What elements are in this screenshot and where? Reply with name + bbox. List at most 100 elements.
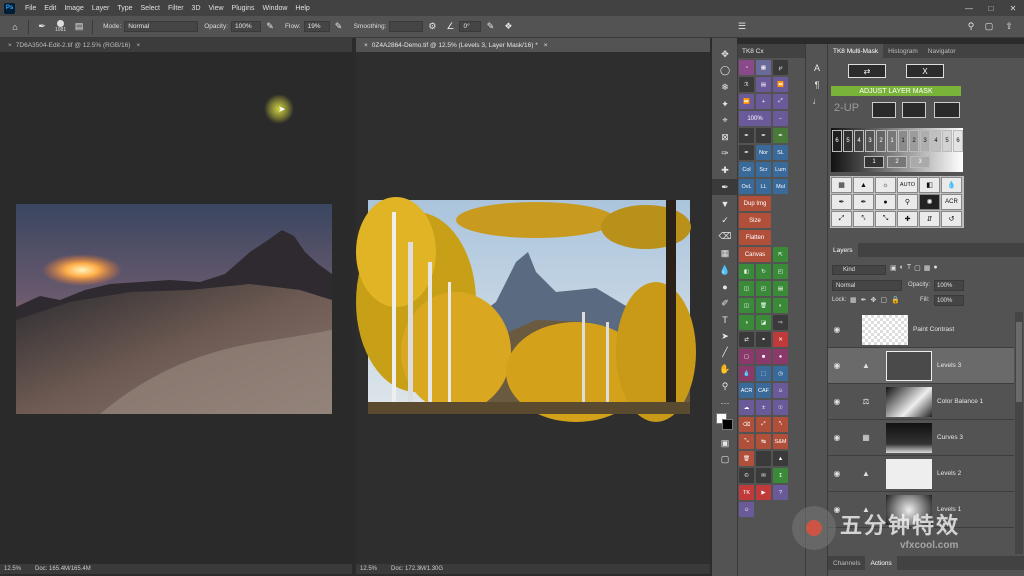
layer-row-levels-3[interactable]: ◉ ▲ Levels 3	[828, 348, 1014, 384]
mm-brush2-icon[interactable]: ✒	[853, 194, 874, 210]
menu-type[interactable]: Type	[113, 5, 136, 12]
tk-play-icon[interactable]: ▶	[756, 485, 771, 500]
eyedropper-tool-icon[interactable]: ✑	[712, 146, 738, 163]
visibility-eye-icon[interactable]: ◉	[828, 361, 846, 370]
tk-scr-button[interactable]: Scr	[756, 162, 771, 177]
tk-shrink-icon[interactable]: ⤣	[773, 417, 788, 432]
workspace-icon[interactable]: ▢	[982, 20, 996, 34]
move-tool-icon[interactable]: ✥	[712, 46, 738, 63]
zoom-readout-2[interactable]: 12.5%	[360, 566, 377, 572]
tk-brush3-icon[interactable]: ✒	[739, 145, 754, 160]
layer-row-color-balance-1[interactable]: ◉ ⚖ Color Balance 1	[828, 384, 1014, 420]
tk-eraser-icon[interactable]: ⌫	[739, 417, 754, 432]
opacity-field[interactable]: 100%	[231, 21, 262, 32]
zone-button[interactable]: 5	[942, 130, 952, 152]
menu-select[interactable]: Select	[137, 5, 164, 12]
tk-rgb-icon[interactable]: ▦	[756, 60, 771, 75]
doc-tab-1-close-icon[interactable]: ×	[8, 42, 12, 49]
smoothing-field[interactable]	[389, 21, 424, 32]
tk-plus-icon[interactable]: +	[756, 94, 771, 109]
menu-view[interactable]: View	[205, 5, 228, 12]
history-brush-tool-icon[interactable]: ✓	[712, 212, 738, 229]
mm-shrink-icon[interactable]: ⤣	[853, 211, 874, 227]
menu-image[interactable]: Image	[60, 5, 87, 12]
pressure-opacity-icon[interactable]: ✎	[263, 20, 277, 34]
filter-toggle-icon[interactable]: ●	[933, 264, 937, 272]
kind-filter[interactable]: Kind	[832, 265, 886, 275]
mm-auto-button[interactable]: AUTO	[897, 177, 918, 193]
mm-contract-icon[interactable]: ✚	[897, 211, 918, 227]
layer-mask-thumbnail[interactable]	[886, 422, 932, 453]
zone-button[interactable]: 6	[832, 130, 842, 152]
tk-triangle-icon[interactable]: ▲	[773, 451, 788, 466]
tk-lum-button[interactable]: Lum	[773, 162, 788, 177]
marquee-tool-icon[interactable]: ◯	[712, 63, 738, 80]
tab-channels[interactable]: Channels	[828, 556, 865, 570]
tk-fit-icon[interactable]: ⤢	[773, 94, 788, 109]
mm-brush-icon[interactable]: ✒	[831, 194, 852, 210]
layer-name[interactable]: Curves 3	[937, 434, 963, 441]
zone-button[interactable]: 5	[843, 130, 853, 152]
character-panel-icon[interactable]: A	[806, 60, 828, 77]
tk-nor-button[interactable]: Nor	[756, 145, 771, 160]
layer-row-levels-2[interactable]: ◉ ▲ Levels 2	[828, 456, 1014, 492]
zone-button[interactable]: 3	[865, 130, 875, 152]
tk-brush-green-icon[interactable]: ✒	[773, 128, 788, 143]
layer-row-curves-3[interactable]: ◉ ▦ Curves 3	[828, 420, 1014, 456]
more-tools-icon[interactable]: ···	[712, 394, 738, 411]
canvas-area-1[interactable]	[0, 52, 352, 564]
zone-range-button[interactable]: 3	[910, 156, 930, 168]
tk-layers-icon[interactable]: ◧	[739, 264, 754, 279]
layers-opacity-field[interactable]: 100%	[934, 280, 964, 291]
layer-name[interactable]: Levels 2	[937, 470, 961, 477]
lock-paint-icon[interactable]: ✒	[861, 296, 867, 304]
menu-file[interactable]: File	[21, 5, 40, 12]
tk-bin-icon[interactable]: 🗑	[739, 451, 754, 466]
tk-link-icon[interactable]: ⚭	[756, 332, 771, 347]
search-icon[interactable]: ⚲	[964, 20, 978, 34]
tk-mul-button[interactable]: Mul	[773, 179, 788, 194]
tk-cloud-icon[interactable]: ☁	[739, 400, 754, 415]
mm-levels-icon[interactable]: ▲	[853, 177, 874, 193]
brush-preset-picker[interactable]: 1081	[55, 20, 66, 33]
photoshop-logo-icon[interactable]: Ps	[4, 2, 15, 14]
glyphs-panel-icon[interactable]: ♩	[806, 93, 828, 110]
crop-tool-icon[interactable]: ⌖	[712, 112, 738, 129]
mm-dodge-icon[interactable]: ⚲	[897, 194, 918, 210]
mm-brightness-icon[interactable]: ☼	[875, 177, 896, 193]
brush-tool-icon[interactable]: ✒	[35, 20, 49, 34]
angle-field[interactable]: 0°	[459, 21, 482, 32]
tk-camera-icon[interactable]: ☉	[773, 400, 788, 415]
mm-star-icon[interactable]: ✺	[919, 194, 940, 210]
zone-button[interactable]: 1	[887, 130, 897, 152]
hand-tool-icon[interactable]: ✋	[712, 361, 738, 378]
mm-mask-icon[interactable]: ◧	[919, 177, 940, 193]
frame-tool-icon[interactable]: ⊠	[712, 129, 738, 146]
tk-rewind-icon[interactable]: ⏪	[773, 77, 788, 92]
tk-delete-icon[interactable]: ✕	[773, 332, 788, 347]
tk-100-button[interactable]: 100%	[739, 111, 771, 126]
filter-type-icon[interactable]: T	[907, 264, 911, 272]
tk-circle-icon[interactable]: ◔	[739, 60, 754, 75]
flow-field[interactable]: 19%	[303, 21, 330, 32]
tk-copyright-icon[interactable]: ©	[739, 468, 754, 483]
symmetry-icon[interactable]: ❖	[501, 20, 515, 34]
tk-rotate-icon[interactable]: ↻	[756, 264, 771, 279]
visibility-eye-icon[interactable]: ◉	[828, 325, 846, 334]
zoom-readout-1[interactable]: 12.5%	[4, 566, 21, 572]
tk-brush-icon[interactable]: ✒	[739, 128, 754, 143]
lasso-tool-icon[interactable]: ❄	[712, 79, 738, 96]
tk-forward-icon[interactable]: ⏩	[739, 94, 754, 109]
tk-tk-icon[interactable]: ℛ	[739, 77, 754, 92]
filter-adjust-icon[interactable]: ◐	[900, 264, 904, 272]
pressure-size-icon[interactable]: ✎	[483, 20, 497, 34]
mode-select[interactable]: Normal	[124, 21, 199, 32]
tk-invert-icon[interactable]: ◪	[756, 315, 771, 330]
blur-tool-icon[interactable]: 💧	[712, 262, 738, 279]
lock-artboard-icon[interactable]: ▢	[880, 296, 887, 304]
zone-range-button[interactable]: 1	[864, 156, 884, 168]
mm-flip-icon[interactable]: ⇵	[919, 211, 940, 227]
brush-tool-active-icon[interactable]: ✒	[712, 178, 738, 196]
zoom-tool-icon[interactable]: ⚲	[712, 378, 738, 395]
layout-two-col-icon[interactable]	[872, 102, 896, 118]
